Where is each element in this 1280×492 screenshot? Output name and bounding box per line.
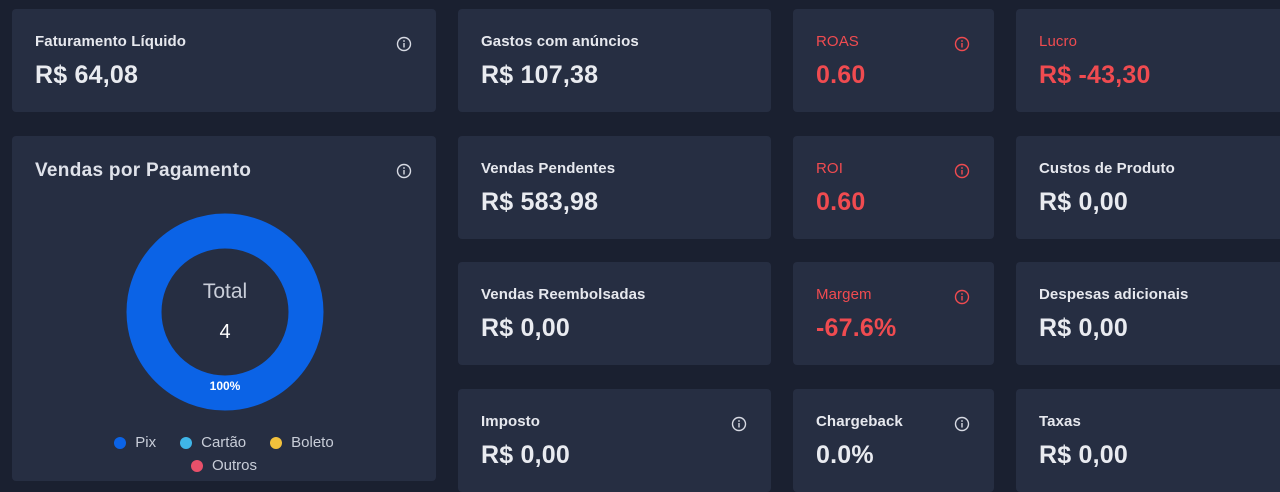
legend-label-pix: Pix xyxy=(135,434,157,451)
despesas-card: Despesas adicionais R$ 0,00 xyxy=(1016,262,1280,365)
roi-label: ROI xyxy=(816,160,843,177)
payments-legend: Pix Cartão Boleto Outros xyxy=(12,434,436,474)
donut-total-value: 4 xyxy=(219,321,231,343)
info-icon[interactable] xyxy=(954,36,970,52)
legend-item-outros[interactable]: Outros xyxy=(190,457,257,474)
faturamento-value: R$ 64,08 xyxy=(35,61,139,89)
custos-value: R$ 0,00 xyxy=(1039,188,1128,216)
custos-label: Custos de Produto xyxy=(1039,160,1175,177)
taxas-value: R$ 0,00 xyxy=(1039,441,1128,469)
legend-item-cartao[interactable]: Cartão xyxy=(180,434,246,451)
roi-value: 0.60 xyxy=(816,188,866,216)
imposto-value: R$ 0,00 xyxy=(481,441,570,469)
custos-card: Custos de Produto R$ 0,00 xyxy=(1016,136,1280,239)
lucro-label: Lucro xyxy=(1039,33,1078,50)
legend-label-outros: Outros xyxy=(211,457,257,474)
payments-title: Vendas por Pagamento xyxy=(35,160,252,181)
donut-center-label: Total xyxy=(202,280,248,303)
legend-item-pix[interactable]: Pix xyxy=(114,434,156,451)
gastos-value: R$ 107,38 xyxy=(481,61,599,89)
payments-card: Vendas por Pagamento Total 4 100% Pix Ca… xyxy=(12,136,436,481)
payments-donut-chart: Total 4 100% xyxy=(126,213,324,411)
chargeback-value: 0.0% xyxy=(816,441,874,469)
legend-dot-cartao xyxy=(180,436,193,449)
despesas-label: Despesas adicionais xyxy=(1039,286,1189,303)
legend-label-cartao: Cartão xyxy=(201,434,247,451)
margem-label: Margem xyxy=(816,286,872,303)
taxas-card: Taxas R$ 0,00 xyxy=(1016,389,1280,492)
imposto-label: Imposto xyxy=(481,413,541,430)
legend-item-boleto[interactable]: Boleto xyxy=(270,434,334,451)
chargeback-label: Chargeback xyxy=(816,413,903,430)
legend-dot-pix xyxy=(114,436,127,449)
reembolsadas-value: R$ 0,00 xyxy=(481,314,570,342)
legend-dot-boleto xyxy=(270,436,283,449)
lucro-value: R$ -43,30 xyxy=(1039,61,1151,89)
roi-card: ROI 0.60 xyxy=(793,136,994,239)
pix-slice[interactable] xyxy=(126,213,324,411)
imposto-card: Imposto R$ 0,00 xyxy=(458,389,771,492)
chargeback-card: Chargeback 0.0% xyxy=(793,389,994,492)
info-icon[interactable] xyxy=(396,36,412,52)
taxas-label: Taxas xyxy=(1039,413,1081,430)
info-icon[interactable] xyxy=(954,289,970,305)
margem-card: Margem -67.6% xyxy=(793,262,994,365)
lucro-card: Lucro R$ -43,30 xyxy=(1016,9,1280,112)
pix-slice-label: 100% xyxy=(209,379,241,393)
pendentes-value: R$ 583,98 xyxy=(481,188,599,216)
info-icon[interactable] xyxy=(731,416,747,432)
legend-dot-outros xyxy=(190,459,203,472)
legend-label-boleto: Boleto xyxy=(291,434,334,451)
info-icon[interactable] xyxy=(954,163,970,179)
pendentes-card: Vendas Pendentes R$ 583,98 xyxy=(458,136,771,239)
despesas-value: R$ 0,00 xyxy=(1039,314,1128,342)
gastos-card: Gastos com anúncios R$ 107,38 xyxy=(458,9,771,112)
pendentes-label: Vendas Pendentes xyxy=(481,160,616,177)
faturamento-label: Faturamento Líquido xyxy=(35,33,187,50)
roas-label: ROAS xyxy=(816,33,859,50)
roas-value: 0.60 xyxy=(816,61,866,89)
faturamento-card: Faturamento Líquido R$ 64,08 xyxy=(12,9,436,112)
gastos-label: Gastos com anúncios xyxy=(481,33,639,50)
margem-value: -67.6% xyxy=(816,314,897,342)
reembolsadas-card: Vendas Reembolsadas R$ 0,00 xyxy=(458,262,771,365)
roas-card: ROAS 0.60 xyxy=(793,9,994,112)
info-icon[interactable] xyxy=(954,416,970,432)
reembolsadas-label: Vendas Reembolsadas xyxy=(481,286,646,303)
info-icon[interactable] xyxy=(396,163,412,179)
